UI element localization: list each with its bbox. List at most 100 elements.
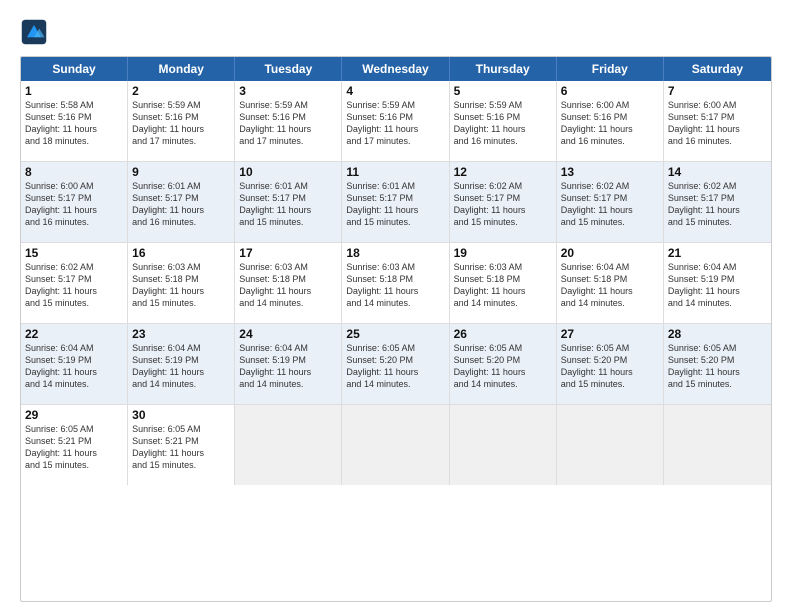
day-info: Sunrise: 6:04 AM Sunset: 5:19 PM Dayligh… (132, 342, 230, 391)
day-info: Sunrise: 5:59 AM Sunset: 5:16 PM Dayligh… (454, 99, 552, 148)
day-info: Sunrise: 6:01 AM Sunset: 5:17 PM Dayligh… (239, 180, 337, 229)
day-number: 1 (25, 84, 123, 98)
day-info: Sunrise: 6:05 AM Sunset: 5:20 PM Dayligh… (454, 342, 552, 391)
day-cell-5: 5Sunrise: 5:59 AM Sunset: 5:16 PM Daylig… (450, 81, 557, 161)
day-cell-18: 18Sunrise: 6:03 AM Sunset: 5:18 PM Dayli… (342, 243, 449, 323)
calendar-body: 1Sunrise: 5:58 AM Sunset: 5:16 PM Daylig… (21, 81, 771, 485)
day-cell-2: 2Sunrise: 5:59 AM Sunset: 5:16 PM Daylig… (128, 81, 235, 161)
day-cell-24: 24Sunrise: 6:04 AM Sunset: 5:19 PM Dayli… (235, 324, 342, 404)
day-number: 16 (132, 246, 230, 260)
day-cell-16: 16Sunrise: 6:03 AM Sunset: 5:18 PM Dayli… (128, 243, 235, 323)
day-info: Sunrise: 6:01 AM Sunset: 5:17 PM Dayligh… (132, 180, 230, 229)
day-number: 17 (239, 246, 337, 260)
day-cell-28: 28Sunrise: 6:05 AM Sunset: 5:20 PM Dayli… (664, 324, 771, 404)
day-cell-empty (664, 405, 771, 485)
day-cell-11: 11Sunrise: 6:01 AM Sunset: 5:17 PM Dayli… (342, 162, 449, 242)
day-cell-7: 7Sunrise: 6:00 AM Sunset: 5:17 PM Daylig… (664, 81, 771, 161)
day-number: 25 (346, 327, 444, 341)
day-cell-empty (235, 405, 342, 485)
day-number: 13 (561, 165, 659, 179)
day-cell-13: 13Sunrise: 6:02 AM Sunset: 5:17 PM Dayli… (557, 162, 664, 242)
day-number: 4 (346, 84, 444, 98)
calendar-row-3: 22Sunrise: 6:04 AM Sunset: 5:19 PM Dayli… (21, 323, 771, 404)
day-number: 12 (454, 165, 552, 179)
weekday-header-wednesday: Wednesday (342, 57, 449, 81)
day-number: 22 (25, 327, 123, 341)
day-info: Sunrise: 6:05 AM Sunset: 5:20 PM Dayligh… (668, 342, 767, 391)
day-cell-3: 3Sunrise: 5:59 AM Sunset: 5:16 PM Daylig… (235, 81, 342, 161)
weekday-header-thursday: Thursday (450, 57, 557, 81)
day-info: Sunrise: 6:00 AM Sunset: 5:16 PM Dayligh… (561, 99, 659, 148)
day-cell-empty (342, 405, 449, 485)
day-cell-1: 1Sunrise: 5:58 AM Sunset: 5:16 PM Daylig… (21, 81, 128, 161)
day-number: 18 (346, 246, 444, 260)
weekday-header-tuesday: Tuesday (235, 57, 342, 81)
logo (20, 18, 52, 46)
weekday-header-sunday: Sunday (21, 57, 128, 81)
day-number: 30 (132, 408, 230, 422)
day-number: 11 (346, 165, 444, 179)
day-cell-20: 20Sunrise: 6:04 AM Sunset: 5:18 PM Dayli… (557, 243, 664, 323)
weekday-header-friday: Friday (557, 57, 664, 81)
day-cell-17: 17Sunrise: 6:03 AM Sunset: 5:18 PM Dayli… (235, 243, 342, 323)
day-cell-empty (450, 405, 557, 485)
day-number: 8 (25, 165, 123, 179)
day-info: Sunrise: 6:01 AM Sunset: 5:17 PM Dayligh… (346, 180, 444, 229)
day-number: 23 (132, 327, 230, 341)
weekday-header-monday: Monday (128, 57, 235, 81)
day-number: 10 (239, 165, 337, 179)
day-number: 21 (668, 246, 767, 260)
day-info: Sunrise: 5:59 AM Sunset: 5:16 PM Dayligh… (346, 99, 444, 148)
day-info: Sunrise: 6:05 AM Sunset: 5:20 PM Dayligh… (346, 342, 444, 391)
day-cell-26: 26Sunrise: 6:05 AM Sunset: 5:20 PM Dayli… (450, 324, 557, 404)
day-info: Sunrise: 6:02 AM Sunset: 5:17 PM Dayligh… (561, 180, 659, 229)
day-number: 19 (454, 246, 552, 260)
day-info: Sunrise: 6:05 AM Sunset: 5:20 PM Dayligh… (561, 342, 659, 391)
day-number: 20 (561, 246, 659, 260)
calendar-row-0: 1Sunrise: 5:58 AM Sunset: 5:16 PM Daylig… (21, 81, 771, 161)
logo-icon (20, 18, 48, 46)
page: SundayMondayTuesdayWednesdayThursdayFrid… (0, 0, 792, 612)
day-info: Sunrise: 6:03 AM Sunset: 5:18 PM Dayligh… (132, 261, 230, 310)
day-number: 5 (454, 84, 552, 98)
day-cell-empty (557, 405, 664, 485)
day-cell-27: 27Sunrise: 6:05 AM Sunset: 5:20 PM Dayli… (557, 324, 664, 404)
day-info: Sunrise: 6:04 AM Sunset: 5:19 PM Dayligh… (239, 342, 337, 391)
day-number: 3 (239, 84, 337, 98)
day-number: 27 (561, 327, 659, 341)
day-number: 2 (132, 84, 230, 98)
calendar: SundayMondayTuesdayWednesdayThursdayFrid… (20, 56, 772, 602)
day-cell-12: 12Sunrise: 6:02 AM Sunset: 5:17 PM Dayli… (450, 162, 557, 242)
calendar-row-1: 8Sunrise: 6:00 AM Sunset: 5:17 PM Daylig… (21, 161, 771, 242)
day-info: Sunrise: 5:58 AM Sunset: 5:16 PM Dayligh… (25, 99, 123, 148)
day-info: Sunrise: 6:05 AM Sunset: 5:21 PM Dayligh… (132, 423, 230, 472)
day-info: Sunrise: 6:00 AM Sunset: 5:17 PM Dayligh… (25, 180, 123, 229)
calendar-row-4: 29Sunrise: 6:05 AM Sunset: 5:21 PM Dayli… (21, 404, 771, 485)
day-cell-15: 15Sunrise: 6:02 AM Sunset: 5:17 PM Dayli… (21, 243, 128, 323)
day-cell-29: 29Sunrise: 6:05 AM Sunset: 5:21 PM Dayli… (21, 405, 128, 485)
day-number: 15 (25, 246, 123, 260)
day-info: Sunrise: 6:02 AM Sunset: 5:17 PM Dayligh… (454, 180, 552, 229)
day-info: Sunrise: 6:03 AM Sunset: 5:18 PM Dayligh… (454, 261, 552, 310)
day-number: 14 (668, 165, 767, 179)
day-cell-19: 19Sunrise: 6:03 AM Sunset: 5:18 PM Dayli… (450, 243, 557, 323)
day-number: 28 (668, 327, 767, 341)
day-number: 24 (239, 327, 337, 341)
day-cell-21: 21Sunrise: 6:04 AM Sunset: 5:19 PM Dayli… (664, 243, 771, 323)
day-cell-8: 8Sunrise: 6:00 AM Sunset: 5:17 PM Daylig… (21, 162, 128, 242)
day-cell-30: 30Sunrise: 6:05 AM Sunset: 5:21 PM Dayli… (128, 405, 235, 485)
day-cell-6: 6Sunrise: 6:00 AM Sunset: 5:16 PM Daylig… (557, 81, 664, 161)
day-cell-14: 14Sunrise: 6:02 AM Sunset: 5:17 PM Dayli… (664, 162, 771, 242)
weekday-header-saturday: Saturday (664, 57, 771, 81)
day-info: Sunrise: 5:59 AM Sunset: 5:16 PM Dayligh… (239, 99, 337, 148)
day-info: Sunrise: 6:04 AM Sunset: 5:19 PM Dayligh… (25, 342, 123, 391)
day-cell-23: 23Sunrise: 6:04 AM Sunset: 5:19 PM Dayli… (128, 324, 235, 404)
day-info: Sunrise: 6:02 AM Sunset: 5:17 PM Dayligh… (668, 180, 767, 229)
day-cell-9: 9Sunrise: 6:01 AM Sunset: 5:17 PM Daylig… (128, 162, 235, 242)
day-number: 6 (561, 84, 659, 98)
day-number: 9 (132, 165, 230, 179)
calendar-header: SundayMondayTuesdayWednesdayThursdayFrid… (21, 57, 771, 81)
day-cell-22: 22Sunrise: 6:04 AM Sunset: 5:19 PM Dayli… (21, 324, 128, 404)
day-info: Sunrise: 6:04 AM Sunset: 5:19 PM Dayligh… (668, 261, 767, 310)
calendar-row-2: 15Sunrise: 6:02 AM Sunset: 5:17 PM Dayli… (21, 242, 771, 323)
